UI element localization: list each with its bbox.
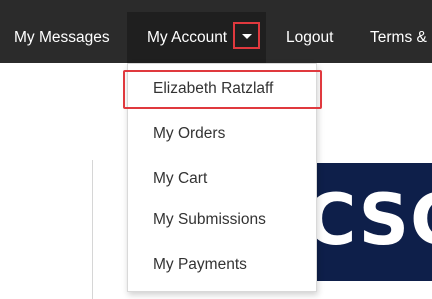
logo-text: CSCF bbox=[305, 179, 432, 261]
caret-down-icon bbox=[242, 34, 252, 39]
menu-item-my-orders[interactable]: My Orders bbox=[153, 125, 225, 143]
nav-my-account-link[interactable]: My Account bbox=[147, 0, 227, 63]
highlight-box bbox=[123, 70, 322, 109]
menu-item-my-cart[interactable]: My Cart bbox=[153, 170, 207, 188]
top-navbar: My Messages My Account Logout Terms & bbox=[0, 0, 432, 63]
menu-item-my-payments[interactable]: My Payments bbox=[153, 256, 247, 274]
nav-logout-link[interactable]: Logout bbox=[286, 0, 333, 63]
menu-item-my-submissions[interactable]: My Submissions bbox=[153, 211, 266, 229]
nav-my-messages-link[interactable]: My Messages bbox=[14, 0, 110, 63]
account-dropdown-toggle[interactable] bbox=[233, 22, 260, 49]
content-divider bbox=[92, 160, 93, 299]
nav-terms-link[interactable]: Terms & bbox=[370, 0, 427, 63]
